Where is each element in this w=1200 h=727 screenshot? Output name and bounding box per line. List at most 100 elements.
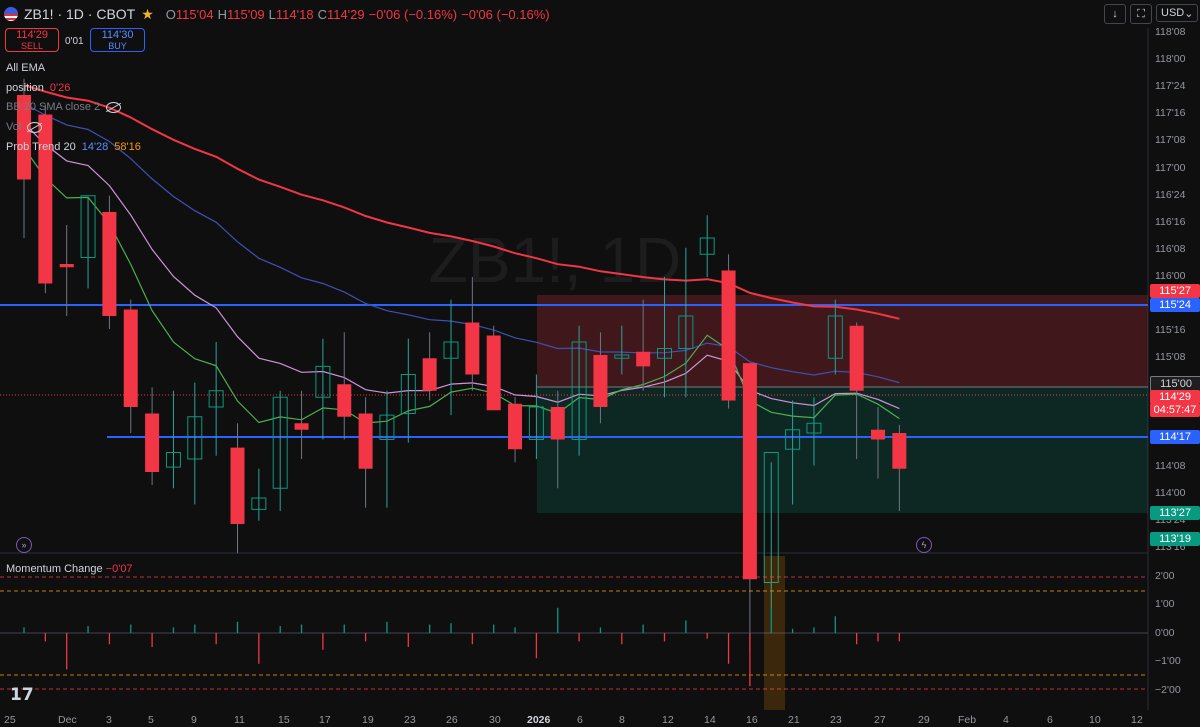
close-value: 114'29: [326, 6, 365, 22]
time-axis-label: Feb: [958, 714, 977, 726]
position-value: 0'26: [49, 82, 71, 94]
candle-body: [849, 325, 864, 391]
candle-body: [550, 407, 565, 440]
time-axis-label: 26: [446, 714, 458, 726]
time-axis-label: 4: [1003, 714, 1009, 726]
time-axis-label: 21: [788, 714, 800, 726]
price-axis-label: 116'24: [1155, 188, 1186, 201]
price-axis-label: 117'00: [1155, 161, 1186, 174]
price-tag: 113'27: [1150, 506, 1200, 520]
prob-trend-b: 58'16: [114, 141, 141, 153]
price-axis-label: 116'16: [1155, 215, 1186, 228]
chevron-down-icon: ⌄: [1184, 7, 1194, 20]
high-label: H: [217, 6, 227, 22]
price-axis-label: 117'08: [1155, 134, 1186, 147]
time-axis-label: 12: [1131, 714, 1143, 726]
open-label: O: [165, 6, 176, 22]
prob-trend-a: 14'28: [81, 141, 109, 153]
ema-label: All EMA: [6, 62, 46, 74]
legend-ema[interactable]: All EMA: [6, 62, 45, 74]
close-label: C: [317, 6, 327, 22]
candle-body: [486, 335, 501, 411]
time-axis-label: 12: [662, 714, 674, 726]
price-tag: 115'27: [1150, 284, 1200, 298]
candle-body: [593, 355, 608, 407]
time-axis-label: 17: [319, 714, 331, 726]
prob-trend-label: Prob Trend 20: [6, 141, 76, 153]
candle-body: [465, 322, 480, 375]
price-tag: 113'19: [1150, 532, 1200, 546]
buy-button[interactable]: 114'30 BUY: [90, 28, 145, 52]
candle-body: [508, 403, 523, 450]
bb-label: BB 20 SMA close 2: [6, 101, 101, 113]
symbol-header: ZB1! · 1D · CBOT ★ O 115'04 H 115'09 L 114'…: [0, 0, 1200, 28]
price-axis-label: 118'08: [1155, 26, 1186, 38]
time-axis-label: 9: [191, 714, 197, 726]
change-value-2: −0'06 (−0.16%): [461, 6, 550, 22]
legend-bb[interactable]: BB 20 SMA close 2: [6, 101, 122, 113]
watermark: ZB1!, 1D: [429, 224, 682, 296]
high-value: 115'09: [226, 6, 265, 22]
time-axis-label: 6: [577, 714, 583, 726]
time-axis-label: 27: [874, 714, 886, 726]
time-axis-label: 16: [746, 714, 758, 726]
candle-body: [721, 270, 736, 401]
tradingview-logo: 𝟭𝟳: [10, 685, 34, 704]
candle-body: [892, 433, 907, 469]
replay-icon[interactable]: »: [16, 537, 32, 553]
momentum-legend[interactable]: Momentum Change −0'07: [6, 563, 133, 575]
candle-body: [38, 114, 53, 284]
candle-body: [742, 363, 757, 580]
price-axis-label: 117'16: [1155, 107, 1186, 120]
price-chart[interactable]: ZB1!, 1D: [0, 0, 1200, 727]
legend-position[interactable]: position 0'26: [6, 82, 70, 94]
buy-price: 114'30: [101, 29, 134, 41]
price-tag: 114'17: [1150, 430, 1200, 444]
price-tag: 115'24: [1150, 298, 1200, 312]
time-axis-label: 15: [278, 714, 290, 726]
price-axis-label: 114'08: [1155, 459, 1186, 472]
open-value: 115'04: [175, 6, 214, 22]
price-axis-label: 115'08: [1155, 351, 1186, 364]
price-axis-label: 116'00: [1155, 269, 1186, 282]
legend-vol[interactable]: Vol: [6, 121, 43, 133]
legend-prob-trend[interactable]: Prob Trend 20 14'28 58'16: [6, 141, 141, 153]
fullscreen-icon[interactable]: ⛶: [1130, 4, 1152, 24]
star-icon[interactable]: ★: [141, 6, 154, 23]
eye-hidden-icon[interactable]: [27, 121, 43, 133]
candle-body: [59, 264, 74, 268]
symbol-title[interactable]: ZB1! · 1D · CBOT: [24, 6, 135, 22]
lightning-icon[interactable]: ϟ: [916, 537, 932, 553]
candle-body: [871, 429, 885, 440]
low-value: 114'18: [275, 6, 314, 22]
change-value: −0'06 (−0.16%): [368, 6, 458, 22]
time-axis-label: 3: [106, 714, 112, 726]
time-axis-label: 29: [918, 714, 930, 726]
momentum-axis-label: 2'00: [1155, 570, 1175, 582]
candle-body: [102, 212, 117, 316]
position-label: position: [6, 82, 44, 94]
momentum-axis-label: −1'00: [1155, 655, 1181, 667]
download-arrow-icon[interactable]: ↓: [1104, 4, 1126, 24]
currency-select[interactable]: USD ⌄: [1156, 4, 1198, 22]
price-axis-label: 115'16: [1155, 324, 1186, 337]
time-axis-label: 19: [362, 714, 374, 726]
low-label: L: [268, 6, 276, 22]
time-axis-label: 25: [4, 714, 16, 726]
eye-hidden-icon[interactable]: [106, 101, 122, 113]
price-axis-label: 116'08: [1155, 242, 1186, 255]
candle-body: [636, 351, 651, 367]
candle-body: [337, 384, 352, 417]
vol-label: Vol: [6, 121, 22, 133]
candle-body: [145, 413, 160, 472]
buy-label: BUY: [108, 41, 127, 51]
sell-button[interactable]: 114'29 SELL: [5, 28, 59, 52]
candle-body: [230, 447, 245, 524]
price-tag: 114'29: [1150, 390, 1200, 404]
momentum-axis-label: 0'00: [1155, 627, 1175, 639]
sell-label: SELL: [20, 41, 44, 51]
candle-body: [294, 423, 309, 430]
price-tag: 04:57:47: [1150, 403, 1200, 417]
momentum-label: Momentum Change: [6, 563, 103, 575]
currency-label: USD: [1161, 7, 1185, 19]
